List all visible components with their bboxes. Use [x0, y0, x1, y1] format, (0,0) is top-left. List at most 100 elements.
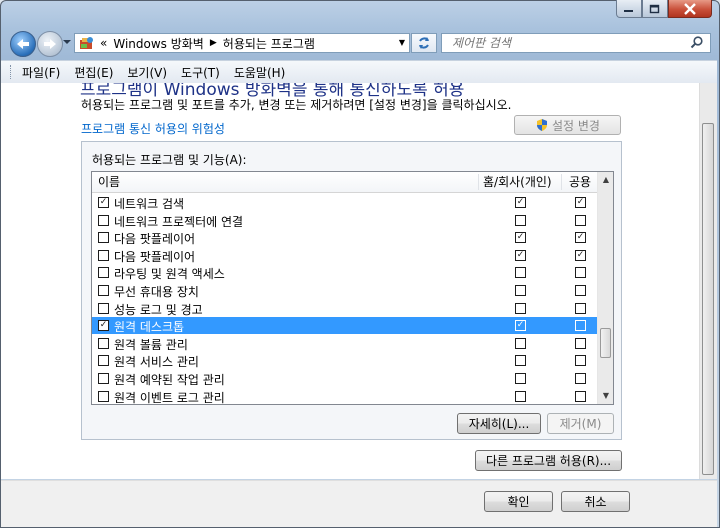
row-enable-checkbox[interactable]	[98, 390, 109, 402]
row-public-checkbox[interactable]	[575, 285, 586, 296]
table-row[interactable]: 원격 볼륨 관리	[92, 335, 597, 352]
close-button[interactable]	[668, 0, 712, 18]
maximize-button[interactable]	[642, 0, 668, 18]
page-description: 허용되는 프로그램 및 포트를 추가, 변경 또는 제거하려면 [설정 변경]을…	[81, 98, 512, 112]
dialog-button-bar: 확인 취소	[1, 480, 717, 527]
row-enable-checkbox[interactable]	[98, 337, 109, 349]
column-divider[interactable]	[561, 174, 562, 190]
list-rows: ✓ 네트워크 검색 ✓ ✓ 네트워크 프로젝터에 연결 다음 팟플레이어 ✓ ✓ 다음 팟플레이…	[92, 192, 597, 404]
refresh-button[interactable]	[411, 33, 437, 53]
search-input[interactable]	[450, 35, 694, 51]
row-public-checkbox[interactable]	[575, 355, 586, 367]
details-button[interactable]: 자세히(L)...	[457, 413, 541, 434]
row-enable-checkbox[interactable]	[98, 373, 109, 384]
breadcrumb-windows-firewall[interactable]: Windows 방화벽	[113, 35, 204, 52]
row-home-checkbox[interactable]	[515, 373, 526, 384]
row-program-name: 성능 로그 및 경고	[114, 302, 203, 317]
search-box[interactable]	[441, 33, 711, 53]
menu-file[interactable]: 파일(F)	[22, 64, 60, 81]
row-program-name: 원격 예약된 작업 관리	[114, 373, 225, 387]
content-pane: 프로그램이 Windows 방화벽을 통해 통신하도록 허용 허용되는 프로그램…	[1, 83, 699, 479]
row-public-checkbox[interactable]	[575, 337, 586, 349]
risk-info-link[interactable]: 프로그램 통신 허용의 위험성	[81, 120, 225, 137]
address-bar[interactable]: « Windows 방화벽 ▶ 허용되는 프로그램 ▼	[74, 33, 410, 53]
allowed-programs-label: 허용되는 프로그램 및 기능(A):	[92, 153, 247, 167]
menu-tools[interactable]: 도구(T)	[181, 64, 220, 81]
page-scrollbar[interactable]	[699, 83, 717, 479]
column-header-home[interactable]: 홈/회사(개인)	[483, 172, 552, 192]
table-row[interactable]: 원격 이벤트 로그 관리	[92, 388, 597, 404]
row-public-checkbox[interactable]	[575, 390, 586, 402]
back-arrow-icon	[17, 39, 29, 49]
back-button[interactable]	[10, 31, 36, 57]
row-program-name: 원격 이벤트 로그 관리	[114, 390, 225, 404]
row-home-checkbox[interactable]	[515, 337, 526, 349]
column-divider[interactable]	[478, 174, 479, 190]
table-row[interactable]: 다음 팟플레이어 ✓ ✓	[92, 247, 597, 264]
row-public-checkbox[interactable]: ✓	[575, 232, 586, 244]
table-row[interactable]: ✓ 네트워크 검색 ✓ ✓	[92, 194, 597, 211]
scroll-up-icon[interactable]: ▲	[598, 172, 613, 188]
row-enable-checkbox[interactable]	[98, 302, 109, 314]
menu-view[interactable]: 보기(V)	[127, 64, 167, 81]
address-overflow[interactable]: «	[100, 36, 107, 50]
row-public-checkbox[interactable]	[575, 302, 586, 314]
table-row[interactable]: 라우팅 및 원격 액세스	[92, 264, 597, 281]
cancel-button[interactable]: 취소	[561, 491, 630, 512]
row-enable-checkbox[interactable]	[98, 214, 109, 226]
column-header-public[interactable]: 공용	[569, 172, 591, 192]
table-row[interactable]: 원격 서비스 관리	[92, 352, 597, 369]
list-scrollbar[interactable]: ▲ ▼	[597, 172, 613, 404]
row-public-checkbox[interactable]	[575, 320, 586, 332]
ok-button[interactable]: 확인	[484, 491, 553, 512]
table-row[interactable]: 다음 팟플레이어 ✓ ✓	[92, 229, 597, 246]
close-icon	[684, 2, 696, 15]
row-public-checkbox[interactable]	[575, 214, 586, 226]
list-scroll-thumb[interactable]	[600, 328, 611, 358]
menu-bar: 파일(F) 편집(E) 보기(V) 도구(T) 도움말(H)	[1, 60, 717, 84]
recent-pages-dropdown[interactable]	[63, 38, 71, 48]
row-enable-checkbox[interactable]	[98, 249, 109, 261]
row-public-checkbox[interactable]	[575, 267, 586, 279]
forward-button[interactable]	[37, 31, 63, 57]
page-scroll-thumb[interactable]	[702, 123, 714, 475]
row-public-checkbox[interactable]: ✓	[575, 249, 586, 261]
row-home-checkbox[interactable]: ✓	[515, 320, 526, 332]
row-enable-checkbox[interactable]	[98, 267, 109, 279]
breadcrumb-allowed-programs[interactable]: 허용되는 프로그램	[223, 35, 315, 52]
table-row[interactable]: 원격 예약된 작업 관리	[92, 370, 597, 387]
row-home-checkbox[interactable]: ✓	[515, 249, 526, 261]
row-enable-checkbox[interactable]: ✓	[98, 320, 109, 332]
remove-button[interactable]: 제거(M)	[547, 413, 614, 434]
address-dropdown-icon[interactable]: ▼	[399, 38, 405, 47]
row-home-checkbox[interactable]	[515, 214, 526, 226]
scroll-down-icon[interactable]: ▼	[598, 388, 613, 404]
window-controls	[616, 0, 712, 19]
menu-help[interactable]: 도움말(H)	[234, 64, 286, 81]
row-enable-checkbox[interactable]: ✓	[98, 197, 109, 208]
change-settings-button[interactable]: 설정 변경	[514, 115, 621, 135]
search-icon[interactable]	[690, 36, 704, 50]
row-home-checkbox[interactable]: ✓	[515, 197, 526, 208]
table-row[interactable]: 무선 휴대용 장치	[92, 282, 597, 299]
minimize-button[interactable]	[616, 0, 642, 18]
row-home-checkbox[interactable]	[515, 302, 526, 314]
row-enable-checkbox[interactable]	[98, 232, 109, 244]
row-enable-checkbox[interactable]	[98, 355, 109, 367]
row-home-checkbox[interactable]	[515, 267, 526, 279]
menu-edit[interactable]: 편집(E)	[74, 64, 113, 81]
table-row[interactable]: 네트워크 프로젝터에 연결	[92, 212, 597, 229]
table-row[interactable]: 성능 로그 및 경고	[92, 300, 597, 317]
row-public-checkbox[interactable]: ✓	[575, 197, 586, 208]
row-home-checkbox[interactable]	[515, 285, 526, 296]
allowed-programs-list[interactable]: 이름 홈/회사(개인) 공용 ✓ 네트워크 검색 ✓ ✓ 네트워크 프로젝터에 연결 다음…	[91, 171, 614, 405]
table-row[interactable]: ✓ 원격 데스크톱 ✓	[92, 317, 597, 335]
allow-another-program-button[interactable]: 다른 프로그램 허용(R)...	[475, 450, 622, 471]
row-home-checkbox[interactable]	[515, 355, 526, 367]
row-public-checkbox[interactable]	[575, 373, 586, 384]
row-enable-checkbox[interactable]	[98, 285, 109, 296]
breadcrumb-separator[interactable]: ▶	[210, 38, 217, 48]
row-home-checkbox[interactable]	[515, 390, 526, 402]
column-header-name[interactable]: 이름	[98, 172, 120, 192]
row-home-checkbox[interactable]: ✓	[515, 232, 526, 244]
